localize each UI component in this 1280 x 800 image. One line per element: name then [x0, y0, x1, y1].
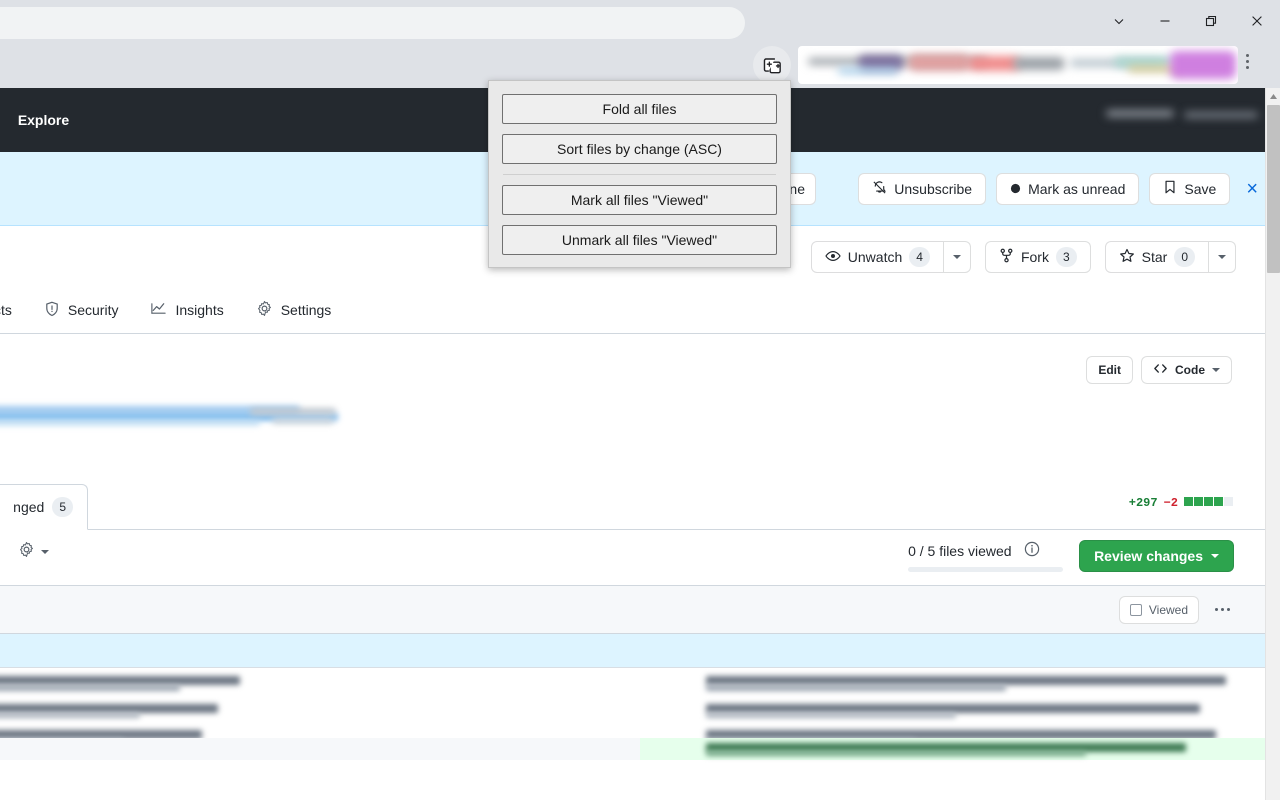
star-label: Star — [1141, 249, 1168, 265]
diffstat-additions: +297 — [1128, 496, 1158, 510]
unsubscribe-label: Unsubscribe — [894, 180, 973, 197]
watch-count: 4 — [909, 247, 930, 267]
gear-icon — [256, 300, 273, 320]
sort-files-by-change-button[interactable]: Sort files by change (ASC) — [502, 134, 777, 164]
chevron-down-icon[interactable] — [1096, 0, 1142, 42]
repo-tab-label: Security — [67, 302, 119, 318]
diff-body-split — [0, 668, 1280, 760]
diffstat: +297 −2 — [1129, 496, 1234, 510]
chevron-down-icon — [952, 255, 961, 259]
viewed-label: Viewed — [1148, 602, 1188, 617]
star-count: 0 — [1174, 247, 1195, 267]
fork-button[interactable]: Fork 3 — [984, 241, 1091, 273]
repo-tab-insights[interactable]: Insights — [138, 287, 235, 333]
scrollbar-thumb[interactable] — [1267, 105, 1280, 273]
diff-settings-button[interactable] — [18, 541, 49, 563]
pr-header-content: Edit Code — [0, 334, 1280, 484]
mark-as-unread-button[interactable]: Mark as unread — [996, 172, 1140, 205]
tab-files-changed-count: 5 — [52, 497, 73, 517]
tab-files-changed-label: nged — [13, 499, 45, 515]
eye-icon — [825, 248, 841, 267]
watch-dropdown-caret[interactable] — [942, 241, 971, 273]
chevron-down-icon — [1212, 368, 1220, 372]
fold-all-files-button[interactable]: Fold all files — [502, 94, 777, 124]
file-diff-header: Viewed — [0, 586, 1280, 634]
repo-tab-projects[interactable]: cts — [0, 287, 24, 333]
dot-icon — [1010, 181, 1021, 197]
graph-icon — [150, 300, 167, 320]
scrollbar-up-arrow-icon[interactable] — [1266, 88, 1280, 104]
restore-icon[interactable] — [1188, 0, 1234, 42]
star-button-group: Star 0 — [1104, 241, 1236, 273]
chevron-down-icon — [1218, 255, 1226, 259]
review-changes-label: Review changes — [1094, 548, 1203, 564]
pr-files-tabstrip: nged 5 +297 −2 — [0, 484, 1280, 530]
watch-button-group: Unwatch 4 — [810, 241, 971, 273]
chevron-down-icon — [1211, 554, 1219, 558]
page-scrollbar[interactable] — [1265, 88, 1280, 800]
info-icon[interactable] — [1024, 541, 1040, 562]
star-icon — [1119, 248, 1135, 267]
window-controls — [1096, 0, 1280, 42]
unmark-all-files-viewed-button[interactable]: Unmark all files "Viewed" — [502, 225, 777, 255]
review-toolbar-left: o — [0, 541, 49, 563]
close-notification-icon[interactable]: × — [1240, 179, 1264, 199]
star-dropdown-caret[interactable] — [1208, 241, 1236, 273]
global-header-right — [1102, 102, 1262, 134]
repo-tab-nav: cts Security Insights Settings — [0, 288, 1280, 334]
review-changes-button[interactable]: Review changes — [1079, 540, 1234, 572]
fork-icon — [999, 248, 1014, 266]
save-label: Save — [1184, 180, 1217, 197]
browser-profile-strip — [798, 46, 1238, 84]
gear-icon — [18, 541, 35, 563]
files-viewed-progress: 0 / 5 files viewed — [908, 541, 1064, 572]
review-toolbar-right: 0 / 5 files viewed Review changes — [908, 540, 1234, 572]
repo-tab-security[interactable]: Security — [32, 287, 131, 333]
unsubscribe-button[interactable]: Unsubscribe — [858, 172, 987, 205]
unwatch-label: Unwatch — [847, 249, 903, 265]
chevron-down-icon — [40, 550, 49, 554]
repo-tab-label: Insights — [175, 302, 224, 318]
edit-code-buttons: Edit Code — [1086, 356, 1232, 384]
tab-files-changed[interactable]: nged 5 — [0, 484, 88, 530]
bookmark-icon — [1163, 180, 1177, 197]
kebab-menu-icon[interactable] — [1246, 54, 1249, 69]
code-button[interactable]: Code — [1141, 356, 1232, 384]
bell-slash-icon — [872, 180, 887, 198]
address-bar[interactable] — [0, 7, 745, 39]
minimize-icon[interactable] — [1142, 0, 1188, 42]
diff-extension-icon[interactable] — [753, 46, 791, 84]
repo-tab-label: Settings — [280, 302, 332, 318]
viewed-checkbox[interactable]: Viewed — [1118, 595, 1199, 624]
repo-tab-settings[interactable]: Settings — [244, 287, 344, 333]
diff-hunk-header — [0, 634, 1280, 668]
save-button[interactable]: Save — [1149, 172, 1231, 205]
fork-label: Fork — [1020, 249, 1049, 265]
fork-count: 3 — [1055, 247, 1077, 267]
diffstat-squares — [1184, 496, 1234, 510]
repo-tab-label: cts — [0, 302, 12, 318]
file-diff-card: Viewed — [0, 586, 1280, 760]
code-label: Code — [1175, 363, 1205, 377]
shield-icon — [44, 301, 60, 320]
files-viewed-progressbar — [908, 566, 1064, 572]
files-viewed-text: 0 / 5 files viewed — [908, 543, 1012, 559]
mark-all-files-viewed-button[interactable]: Mark all files "Viewed" — [502, 185, 777, 215]
star-button[interactable]: Star 0 — [1104, 241, 1208, 273]
checkbox-icon — [1129, 603, 1142, 616]
close-icon[interactable] — [1234, 0, 1280, 42]
pr-review-toolbar: o 0 / 5 files viewed — [0, 530, 1280, 586]
popup-divider — [503, 174, 776, 175]
global-nav-links: place Explore — [0, 112, 69, 128]
diff-added-line — [640, 738, 1280, 760]
code-icon — [1153, 361, 1168, 379]
mark-as-unread-label: Mark as unread — [1028, 180, 1126, 197]
edit-button[interactable]: Edit — [1086, 356, 1133, 384]
file-options-kebab-icon[interactable] — [1211, 604, 1234, 615]
diffstat-deletions: −2 — [1163, 496, 1178, 510]
unwatch-button[interactable]: Unwatch 4 — [810, 241, 943, 273]
extension-popup-menu: Fold all files Sort files by change (ASC… — [488, 80, 791, 268]
nav-explore[interactable]: Explore — [18, 112, 69, 128]
